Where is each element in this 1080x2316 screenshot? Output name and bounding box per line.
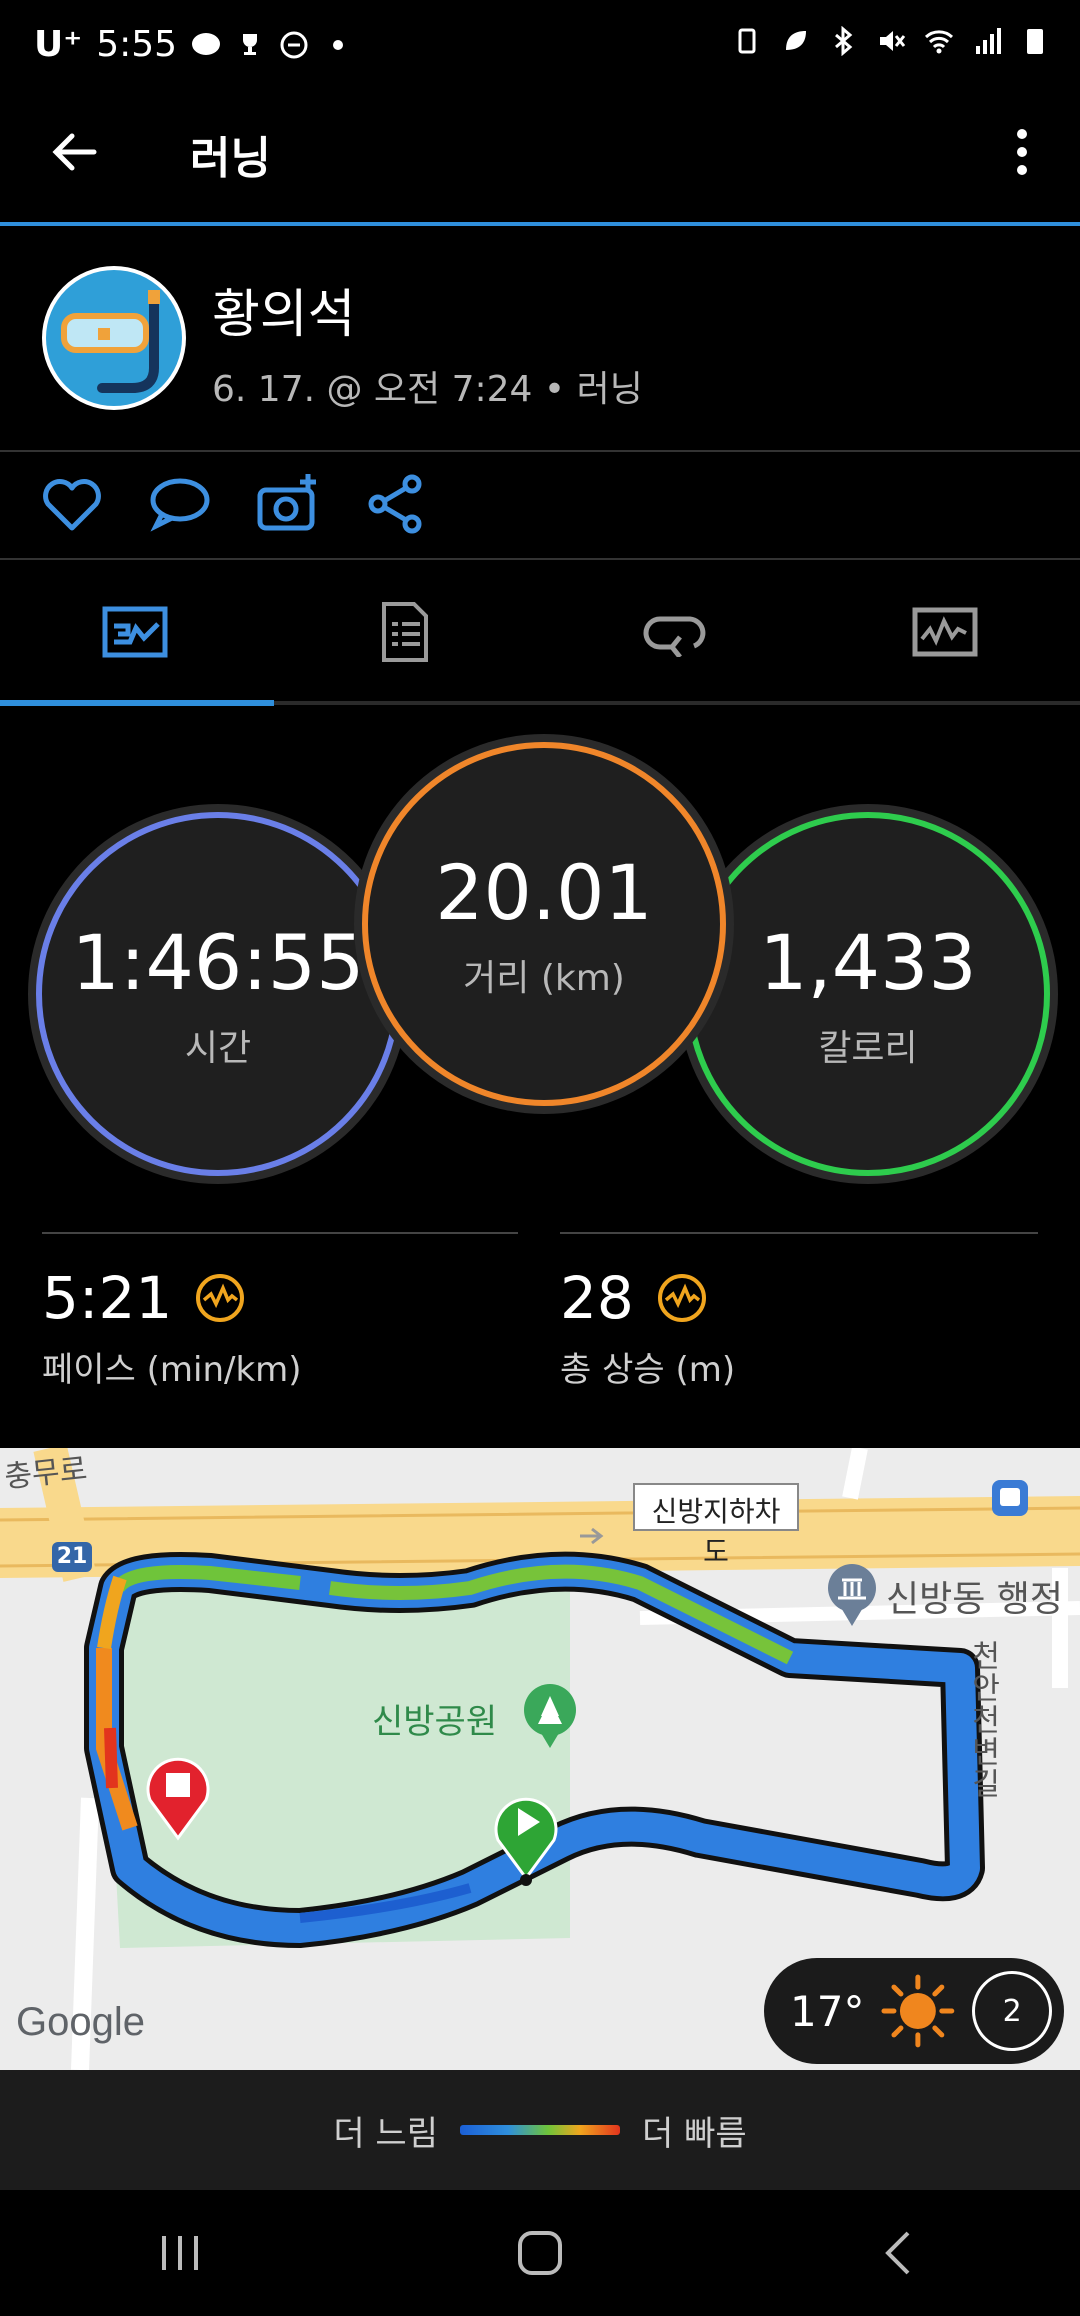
laps-loop-icon <box>643 616 706 657</box>
like-heart-icon[interactable] <box>40 472 104 536</box>
page-title: 러닝 <box>190 133 271 184</box>
leaf-icon <box>786 31 806 50</box>
pace-stat: 5:21 페이스 (min/km) <box>42 1232 518 1391</box>
snorkel-mask-icon <box>46 270 182 406</box>
tab-laps[interactable] <box>540 562 810 702</box>
talk-notification-icon <box>192 32 221 55</box>
divider <box>0 450 1080 452</box>
ascent-label: 총 상승 (m) <box>560 1350 736 1390</box>
action-row <box>40 472 428 536</box>
status-right <box>732 26 1050 56</box>
signal-icon <box>976 28 1001 54</box>
share-icon[interactable] <box>364 472 428 536</box>
legend-slow: 더 느림 <box>333 2113 438 2154</box>
park-label: 신방공원 <box>372 1702 498 1742</box>
ascent-value: 28 <box>560 1264 634 1332</box>
distance-value: 20.01 <box>435 847 653 937</box>
overview-chart-icon <box>102 606 168 658</box>
route-number-badge: 21 <box>56 1544 88 1569</box>
office-label: 신방동 행정 <box>886 1579 1064 1620</box>
pace-row: 5:21 <box>42 1264 518 1332</box>
activity-meta: 6. 17. @ 오전 7:24 • 러닝 <box>212 369 643 410</box>
legend-fast: 더 빠름 <box>642 2113 747 2154</box>
tab-overview[interactable] <box>0 562 270 702</box>
ascent-row: 28 <box>560 1264 1038 1332</box>
clock: 5:55 <box>96 24 178 65</box>
mute-icon <box>880 31 906 51</box>
carrier: U⁺ <box>34 24 83 65</box>
wind-badge: 2 <box>972 1971 1052 2051</box>
road-label: 신방지하차도 <box>651 1495 781 1568</box>
ascent-stat: 28 총 상승 (m) <box>560 1232 1038 1391</box>
tab-details[interactable] <box>270 562 540 702</box>
document-icon <box>382 602 428 662</box>
stream-label: 천안천변길 <box>965 1640 1000 1800</box>
status-bar: U⁺ 5:55 <box>0 0 1080 100</box>
add-photo-icon[interactable] <box>256 472 320 536</box>
dot-icon <box>333 39 344 50</box>
avatar[interactable] <box>42 266 186 410</box>
divider <box>0 558 1080 560</box>
status-left: U⁺ 5:55 <box>34 24 353 65</box>
pace-legend: 더 느림 더 빠름 <box>0 2070 1080 2190</box>
wifi-icon <box>924 30 954 54</box>
bus-stop-icon[interactable] <box>992 1480 1028 1516</box>
system-nav-bar <box>0 2190 1080 2316</box>
dnd-icon <box>280 31 308 58</box>
back-nav-icon[interactable] <box>870 2223 930 2283</box>
pace-chart-icon[interactable] <box>194 1272 246 1324</box>
app-bar <box>0 100 1080 222</box>
header-accent-line <box>0 222 1080 226</box>
distance-ring: 20.01 거리 (km) <box>362 742 726 1106</box>
temperature: 17° <box>790 1986 865 2036</box>
more-options-icon[interactable] <box>1002 124 1042 180</box>
wind-value: 2 <box>1002 1993 1022 2029</box>
sun-icon <box>881 1974 955 2048</box>
comment-icon[interactable] <box>148 472 212 536</box>
tab-bar <box>0 562 1080 702</box>
battery-saver-icon <box>738 28 756 54</box>
back-arrow-icon[interactable] <box>46 124 102 180</box>
pace-label: 페이스 (min/km) <box>42 1350 302 1390</box>
calories-value: 1,433 <box>759 917 977 1007</box>
distance-label: 거리 (km) <box>463 957 625 999</box>
ascent-chart-icon[interactable] <box>656 1272 708 1324</box>
tab-graphs[interactable] <box>810 562 1080 702</box>
pace-value: 5:21 <box>42 1264 173 1332</box>
bluetooth-icon <box>835 26 853 56</box>
calories-ring: 1,433 칼로리 <box>686 812 1050 1176</box>
calories-label: 칼로리 <box>818 1027 918 1069</box>
graph-icon <box>912 607 978 657</box>
stat-divider <box>560 1232 1038 1234</box>
weather-pill[interactable]: 17° 2 <box>764 1958 1064 2064</box>
recent-apps-icon[interactable] <box>150 2228 210 2278</box>
stat-divider <box>42 1232 518 1234</box>
time-value: 1:46:55 <box>71 917 365 1007</box>
time-ring: 1:46:55 시간 <box>36 812 400 1176</box>
trophy-icon <box>243 33 258 55</box>
active-tab-indicator <box>0 700 274 706</box>
user-name[interactable]: 황의석 <box>212 272 356 347</box>
battery-icon <box>1027 29 1043 54</box>
pace-gradient <box>460 2125 620 2135</box>
google-logo: Google <box>16 2000 145 2044</box>
time-label: 시간 <box>184 1027 252 1069</box>
home-icon[interactable] <box>510 2223 570 2283</box>
